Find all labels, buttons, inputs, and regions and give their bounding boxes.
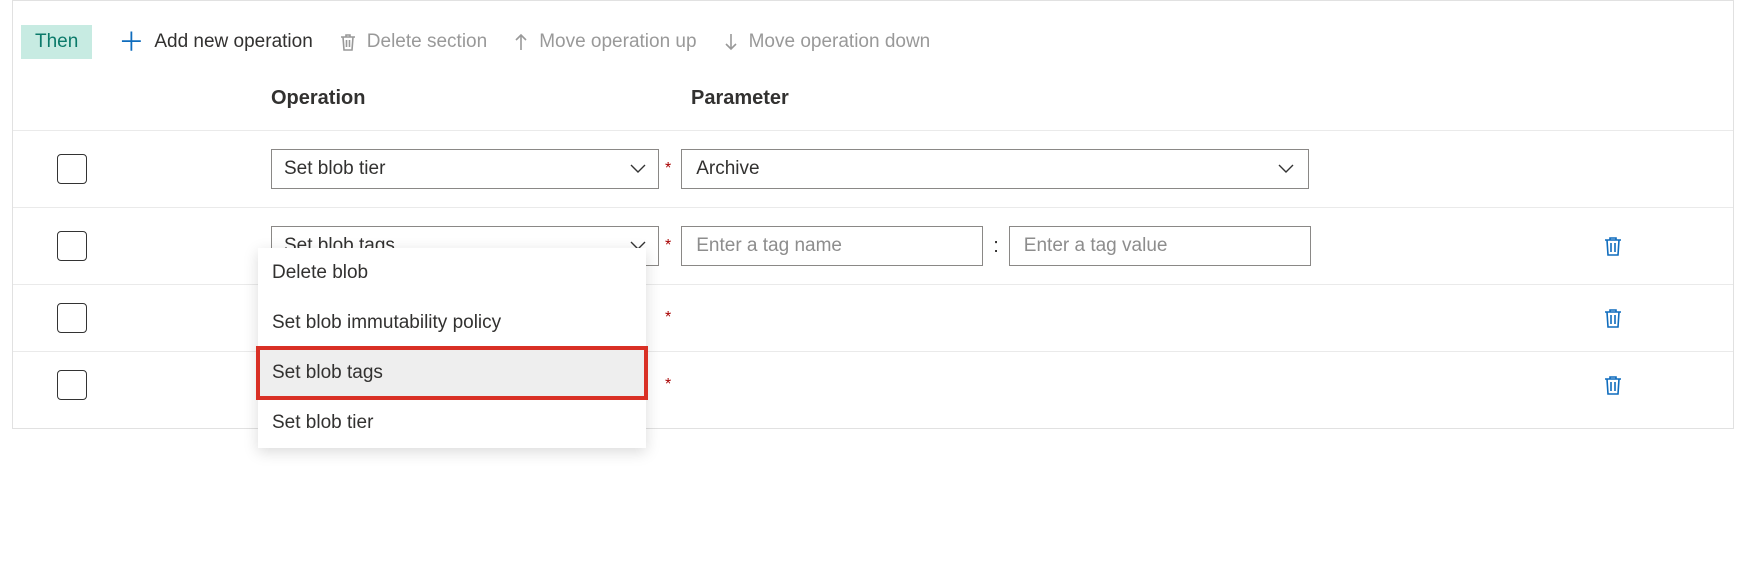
- chevron-down-icon: [1278, 164, 1294, 174]
- dropdown-option[interactable]: Set blob tags: [258, 348, 646, 398]
- row-checkbox[interactable]: [57, 303, 87, 333]
- move-up-button[interactable]: Move operation up: [513, 31, 696, 53]
- parameter-select-value: Archive: [696, 158, 759, 180]
- operation-select-value: Set blob tier: [284, 158, 385, 180]
- tag-value-input[interactable]: [1009, 226, 1311, 266]
- required-asterisk: *: [665, 376, 671, 394]
- section-toolbar: Then ＋ Add new operation Delete section: [13, 1, 1733, 81]
- row-checkbox[interactable]: [57, 231, 87, 261]
- required-asterisk: *: [665, 309, 671, 327]
- tag-name-input[interactable]: [681, 226, 983, 266]
- plus-icon: ＋: [118, 29, 144, 55]
- dropdown-option[interactable]: Set blob tier: [258, 398, 646, 448]
- delete-section-label: Delete section: [367, 31, 487, 53]
- trash-icon: [339, 32, 357, 52]
- delete-row-button[interactable]: [1603, 235, 1623, 257]
- add-operation-label: Add new operation: [154, 31, 312, 53]
- dropdown-option[interactable]: Set blob immutability policy: [258, 298, 646, 348]
- operation-select[interactable]: Set blob tier: [271, 149, 659, 189]
- delete-row-button[interactable]: [1603, 374, 1623, 396]
- column-headers: Operation Parameter: [13, 81, 1733, 130]
- dropdown-option[interactable]: Delete blob: [258, 248, 646, 298]
- chevron-down-icon: [630, 164, 646, 174]
- required-asterisk: *: [665, 237, 671, 255]
- arrow-down-icon: [723, 32, 739, 52]
- add-operation-button[interactable]: ＋ Add new operation: [118, 29, 312, 55]
- then-badge: Then: [21, 25, 92, 59]
- required-asterisk: *: [665, 160, 671, 178]
- delete-row-button[interactable]: [1603, 307, 1623, 329]
- delete-section-button[interactable]: Delete section: [339, 31, 487, 53]
- header-operation: Operation: [271, 87, 691, 110]
- arrow-up-icon: [513, 32, 529, 52]
- operation-dropdown: Delete blob Set blob immutability policy…: [258, 248, 646, 448]
- row-checkbox[interactable]: [57, 154, 87, 184]
- move-down-button[interactable]: Move operation down: [723, 31, 931, 53]
- operation-row: Set blob tier * Archive: [13, 130, 1733, 207]
- parameter-select[interactable]: Archive: [681, 149, 1309, 189]
- move-down-label: Move operation down: [749, 31, 931, 53]
- tag-separator: :: [993, 235, 999, 258]
- header-parameter: Parameter: [691, 87, 1733, 110]
- then-section-card: Then ＋ Add new operation Delete section: [12, 0, 1734, 429]
- row-checkbox[interactable]: [57, 370, 87, 400]
- move-up-label: Move operation up: [539, 31, 696, 53]
